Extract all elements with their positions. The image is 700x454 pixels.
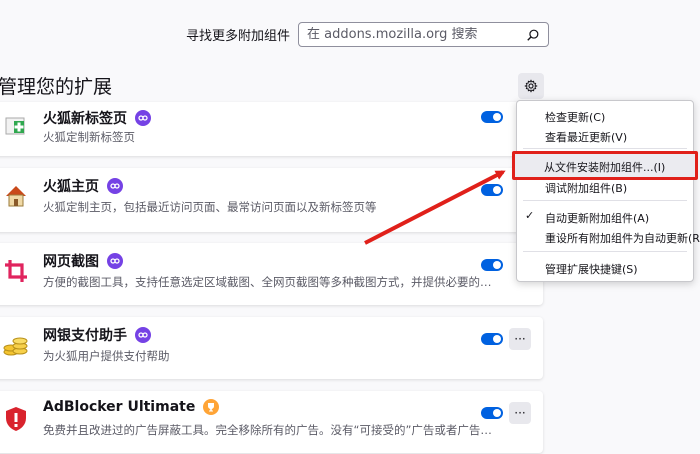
search-input[interactable] xyxy=(307,27,527,42)
shield-icon xyxy=(2,405,30,433)
menu-separator xyxy=(523,200,687,201)
menu-debug-addons[interactable]: 调试附加组件(B) xyxy=(545,180,627,196)
extension-name-row: 网银支付助手 xyxy=(43,325,151,345)
extension-name[interactable]: 火狐主页 xyxy=(43,176,99,196)
search-label: 寻找更多附加组件 xyxy=(186,29,291,44)
extension-name-row: AdBlocker Ultimate xyxy=(43,399,220,415)
menu-install-from-file[interactable]: 从文件安装附加组件...(I) xyxy=(544,159,665,175)
menu-reset-auto-update[interactable]: 重设所有附加组件为自动更新(R) xyxy=(545,230,700,246)
extension-name-row: 网页截图 xyxy=(43,251,123,271)
menu-separator xyxy=(523,251,687,252)
extension-name[interactable]: 网页截图 xyxy=(43,251,99,271)
extension-enable-toggle[interactable] xyxy=(481,259,503,271)
extension-description: 为火狐用户提供支付帮助 xyxy=(43,349,170,363)
extension-name[interactable]: AdBlocker Ultimate xyxy=(43,399,195,415)
crop-icon xyxy=(2,257,30,285)
extension-description: 火狐定制新标签页 xyxy=(43,130,135,144)
menu-view-recent-updates[interactable]: 查看最近更新(V) xyxy=(545,129,627,145)
recommended-badge-icon xyxy=(107,253,123,269)
extension-name-row: 火狐新标签页 xyxy=(43,108,151,128)
coins-icon xyxy=(2,331,30,359)
extension-description: 免费并且改进过的广告屏蔽工具。完全移除所有的广告。没有“可接受的”广告或者广告商… xyxy=(43,423,498,437)
extension-card[interactable]: 网页截图 方便的截图工具，支持任意选定区域截图、全网页截图等多种截图方式，并提供… xyxy=(0,243,543,305)
menu-separator xyxy=(523,148,687,149)
tools-gear-button[interactable] xyxy=(518,73,544,99)
menu-check-updates[interactable]: 检查更新(C) xyxy=(545,109,605,125)
more-options-button[interactable]: ··· xyxy=(509,402,531,424)
extension-enable-toggle[interactable] xyxy=(481,407,503,419)
extension-card[interactable]: 火狐新标签页 火狐定制新标签页 xyxy=(0,102,543,156)
extension-card[interactable]: 火狐主页 火狐定制主页，包括最近访问页面、最常访问页面以及新标签页等 xyxy=(0,168,543,232)
more-options-button[interactable]: ··· xyxy=(509,328,531,350)
line-badge-icon xyxy=(203,399,220,415)
menu-auto-update-addons[interactable]: 自动更新附加组件(A) xyxy=(545,210,649,226)
page-title: 管理您的扩展 xyxy=(0,76,113,98)
recommended-badge-icon xyxy=(107,178,123,194)
search-icon[interactable] xyxy=(526,28,540,42)
extension-card[interactable]: 网银支付助手 为火狐用户提供支付帮助 ··· xyxy=(0,317,543,379)
extension-enable-toggle[interactable] xyxy=(481,184,503,196)
extension-description: 火狐定制主页，包括最近访问页面、最常访问页面以及新标签页等 xyxy=(43,200,377,214)
extension-name[interactable]: 火狐新标签页 xyxy=(43,108,127,128)
addon-search-row: 寻找更多附加组件 xyxy=(186,22,550,47)
checkmark-icon: ✓ xyxy=(525,209,535,222)
gear-icon xyxy=(524,79,538,93)
home-icon xyxy=(2,182,30,210)
extension-description: 方便的截图工具，支持任意选定区域截图、全网页截图等多种截图方式，并提供必要的图片… xyxy=(43,275,498,289)
extension-enable-toggle[interactable] xyxy=(481,333,503,345)
recommended-badge-icon xyxy=(135,327,151,343)
search-box[interactable] xyxy=(298,22,550,47)
extension-name[interactable]: 网银支付助手 xyxy=(43,325,127,345)
extension-enable-toggle[interactable] xyxy=(481,111,503,123)
extension-card[interactable]: AdBlocker Ultimate 免费并且改进过的广告屏蔽工具。完全移除所有… xyxy=(0,391,543,453)
extension-name-row: 火狐主页 xyxy=(43,176,123,196)
recommended-badge-icon xyxy=(135,110,151,126)
new-tab-plus-icon xyxy=(2,112,30,140)
menu-manage-shortcuts[interactable]: 管理扩展快捷键(S) xyxy=(545,261,638,277)
tools-menu: 检查更新(C) 查看最近更新(V) 调试附加组件(B) ✓ 自动更新附加组件(A… xyxy=(516,100,700,282)
